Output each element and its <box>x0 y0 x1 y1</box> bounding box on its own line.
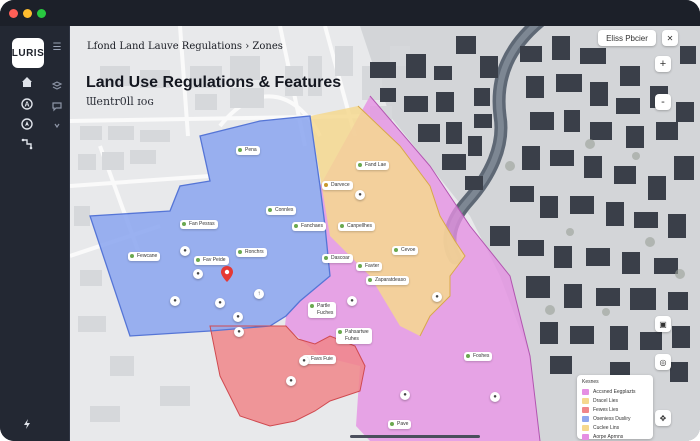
zone-label[interactable]: Fav Peide <box>194 256 229 265</box>
poi-marker[interactable]: ● <box>432 292 442 302</box>
poi-marker[interactable]: ● <box>170 296 180 306</box>
minimize-window-button[interactable] <box>23 9 32 18</box>
poi-marker[interactable]: ● <box>299 356 309 366</box>
zone-label[interactable]: Fand Lae <box>356 161 390 170</box>
zone-label[interactable]: Pave <box>388 420 412 429</box>
poi-marker[interactable]: ↑ <box>254 289 264 299</box>
zone-label[interactable]: Darvece <box>322 181 353 190</box>
zone-label[interactable]: Partle Fuches <box>308 302 337 318</box>
recenter-button[interactable]: ◎ <box>655 354 671 370</box>
zone-label[interactable]: Connles <box>266 206 297 215</box>
legend-swatch <box>582 424 589 431</box>
close-window-button[interactable] <box>9 9 18 18</box>
zone-label[interactable]: Fan Pesras <box>180 220 218 229</box>
plus-icon: + <box>659 58 667 70</box>
legend-label: Oseniess Dusliry <box>593 415 631 422</box>
poi-marker[interactable]: ● <box>347 296 357 306</box>
user-icon[interactable]: A <box>19 96 35 112</box>
legend-item[interactable]: Oseniess Dusliry <box>582 414 648 423</box>
close-panel-button[interactable]: ✕ <box>662 30 678 46</box>
close-icon: ✕ <box>666 33 674 43</box>
legend-label: Cuclee Lins <box>593 424 620 431</box>
layers-toggle-icon: ▣ <box>659 319 667 329</box>
map-search-button[interactable]: Eliss Pbcier <box>598 30 656 46</box>
legend-item[interactable]: Aorpe Aprnns <box>582 432 648 441</box>
legend-item[interactable]: Accsned Eegplazts <box>582 387 648 396</box>
zone-label[interactable]: Fanchaes <box>292 222 326 231</box>
poi-marker[interactable]: ● <box>490 392 500 402</box>
legend-label: Aorpe Aprnns <box>593 433 624 440</box>
legend-label: Fewes Lies <box>593 406 619 413</box>
poi-marker[interactable]: ● <box>400 390 410 400</box>
poi-marker[interactable]: ● <box>193 269 203 279</box>
legend-item[interactable]: Dracel Lies <box>582 396 648 405</box>
legend-swatch <box>582 415 589 422</box>
zone-label[interactable]: Cevoe <box>392 246 419 255</box>
page-title: Land Use Regulations & Features <box>86 74 342 91</box>
chat-icon[interactable] <box>49 98 65 114</box>
compass-icon[interactable] <box>19 116 35 132</box>
zone-label[interactable]: Fewcane <box>128 252 161 261</box>
zone-label[interactable]: Ronchrs <box>236 248 267 257</box>
map-search-label: Eliss Pbcier <box>606 33 648 43</box>
maximize-window-button[interactable] <box>37 9 46 18</box>
legend-swatch <box>582 406 589 413</box>
poi-marker[interactable]: ● <box>233 312 243 322</box>
legend-label: Dracel Lies <box>593 397 619 404</box>
sidebar: LURIS ☰ A <box>0 26 70 441</box>
minus-icon: - <box>661 96 665 108</box>
legend-item[interactable]: Cuclee Lins <box>582 423 648 432</box>
zone-label[interactable]: Dascoar <box>322 254 353 263</box>
app-window: LURIS ☰ A Lfond Land Lauve Regulations ›… <box>0 0 700 441</box>
map-legend: Kesnes Accsned Eegplazts Dracel Lies Few… <box>577 375 653 441</box>
svg-text:A: A <box>24 102 29 109</box>
zone-label[interactable]: Pahsartwe Fuhes <box>336 328 372 344</box>
fullscreen-button[interactable]: ✥ <box>655 410 671 426</box>
app-logo[interactable]: LURIS <box>12 38 44 68</box>
menu-icon[interactable]: ☰ <box>50 40 64 54</box>
legend-swatch <box>582 433 589 440</box>
legend-swatch <box>582 397 589 404</box>
expand-icon: ✥ <box>659 413 667 423</box>
poi-marker[interactable]: ● <box>234 327 244 337</box>
map-view[interactable]: Lfond Land Lauve Regulations › Zones Lan… <box>70 26 700 441</box>
target-icon: ◎ <box>659 357 667 367</box>
breadcrumb[interactable]: Lfond Land Lauve Regulations › Zones <box>87 41 283 52</box>
zoom-in-button[interactable]: + <box>655 56 671 72</box>
home-icon[interactable] <box>19 74 35 90</box>
page-subtitle: Ɯentr0ll ɪoɢ <box>86 95 154 108</box>
legend-label: Accsned Eegplazts <box>593 388 636 395</box>
zone-label[interactable]: Foshes <box>464 352 493 361</box>
legend-item[interactable]: Fewes Lies <box>582 405 648 414</box>
route-icon[interactable] <box>19 136 35 152</box>
horizontal-scrollbar[interactable] <box>350 435 480 438</box>
layers-icon[interactable] <box>49 78 65 94</box>
chevron-icon[interactable] <box>49 118 65 134</box>
poi-marker[interactable]: ● <box>180 246 190 256</box>
zone-label[interactable]: Canpellhes <box>338 222 376 231</box>
lightning-icon[interactable] <box>19 416 35 432</box>
legend-title: Kesnes <box>582 379 599 385</box>
poi-marker[interactable]: ● <box>355 190 365 200</box>
zoom-out-button[interactable]: - <box>655 94 671 110</box>
poi-marker[interactable]: ● <box>286 376 296 386</box>
poi-marker[interactable]: ● <box>215 298 225 308</box>
legend-swatch <box>582 388 589 395</box>
zone-label[interactable]: Zaparatdeaso <box>366 276 409 285</box>
title-bar <box>0 0 700 26</box>
zone-label[interactable]: Favter <box>356 262 383 271</box>
layers-button[interactable]: ▣ <box>655 316 671 332</box>
location-pin-icon[interactable] <box>221 266 233 282</box>
zone-label[interactable]: Pena <box>236 146 260 155</box>
